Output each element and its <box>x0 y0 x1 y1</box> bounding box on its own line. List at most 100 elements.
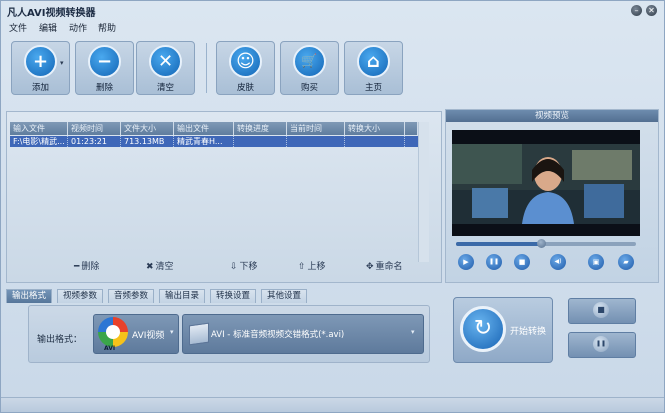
column-video-time[interactable]: 视频时间 <box>68 122 121 135</box>
seek-bar[interactable] <box>456 239 636 248</box>
list-clear-label: 清空 <box>155 262 174 272</box>
column-progress[interactable]: 转换进度 <box>234 122 287 135</box>
move-up-button[interactable]: ⇧ 上移 <box>298 259 326 275</box>
list-delete-button[interactable]: ━ 删除 <box>74 259 99 275</box>
tab-audio-params[interactable]: 音频参数 <box>108 289 155 303</box>
seek-handle[interactable] <box>536 239 546 248</box>
column-extra <box>405 122 418 135</box>
list-clear-button[interactable]: ✖ 清空 <box>146 259 174 275</box>
add-icon: + <box>24 45 57 78</box>
output-format-panel: 输出格式： AVI AVI视频 ▾ AVI - 标准音频视频交错格式(*.avi… <box>28 305 430 363</box>
avi-format-icon <box>98 317 128 347</box>
move-down-label: 下移 <box>239 262 258 272</box>
pause-icon[interactable]: ❚❚ <box>486 254 502 270</box>
buy-button[interactable]: 🛒 购买 <box>280 41 339 95</box>
cell-output-file: 精武青春H... <box>174 136 234 147</box>
output-format-label: 输出格式： <box>37 335 83 345</box>
profile-cube-icon <box>189 322 209 346</box>
clear-icon: ✕ <box>149 45 182 78</box>
snapshot-icon[interactable]: ▣ <box>588 254 604 270</box>
column-converted-size[interactable]: 转换大小 <box>345 122 405 135</box>
menu-file[interactable]: 文件 <box>9 21 27 34</box>
home-button[interactable]: ⌂ 主页 <box>344 41 403 95</box>
menu-action[interactable]: 动作 <box>69 21 87 34</box>
remove-button-label: 删除 <box>95 83 113 93</box>
rename-icon: ✥ <box>366 262 374 272</box>
avi-badge: AVI <box>104 345 116 352</box>
skin-icon: ☺ <box>229 45 262 78</box>
home-button-label: 主页 <box>364 83 382 93</box>
menu-edit[interactable]: 编辑 <box>39 21 57 34</box>
cart-icon: 🛒 <box>293 45 326 78</box>
skin-button-label: 皮肤 <box>236 83 254 93</box>
format-select[interactable]: AVI AVI视频 ▾ <box>93 314 179 354</box>
format-value: AVI视频 <box>132 331 165 341</box>
list-action-bar: ━ 删除 ✖ 清空 ⇩ 下移 ⇧ 上移 ✥ 重命名 <box>6 259 440 275</box>
pause-icon: ❚❚ <box>593 336 609 352</box>
preview-panel: 视频预览 ▶ ❚❚ ■ ◀) ▣ ▰ <box>445 109 659 283</box>
status-bar <box>1 397 664 412</box>
play-icon[interactable]: ▶ <box>458 254 474 270</box>
tab-convert-settings[interactable]: 转换设置 <box>210 289 257 303</box>
column-file-size[interactable]: 文件大小 <box>121 122 174 135</box>
column-input-file[interactable]: 输入文件 <box>10 122 68 135</box>
cell-input-file: F:\电影\精武... <box>10 136 68 147</box>
pause-convert-button[interactable]: ❚❚ <box>568 332 636 358</box>
cell-video-time: 01:23:21 <box>68 136 121 147</box>
convert-icon: ↻ <box>460 306 506 352</box>
tab-video-params[interactable]: 视频参数 <box>57 289 104 303</box>
clear-button[interactable]: ✕ 清空 <box>136 41 195 95</box>
table-header: 输入文件 视频时间 文件大小 输出文件 转换进度 当前时间 转换大小 <box>10 122 418 135</box>
file-list-panel: 输入文件 视频时间 文件大小 输出文件 转换进度 当前时间 转换大小 F:\电影… <box>6 111 442 283</box>
list-delete-label: 删除 <box>81 262 100 272</box>
close-button[interactable]: ✕ <box>646 5 657 16</box>
minus-icon: ━ <box>74 262 80 272</box>
cell-progress <box>234 136 287 147</box>
remove-icon: − <box>88 45 121 78</box>
volume-icon[interactable]: ◀) <box>550 254 566 270</box>
video-still-image <box>452 130 640 236</box>
add-button[interactable]: + ▾ 添加 <box>11 41 70 95</box>
tab-output-dir[interactable]: 输出目录 <box>159 289 206 303</box>
skin-button[interactable]: ☺ 皮肤 <box>216 41 275 95</box>
move-up-label: 上移 <box>307 262 326 272</box>
stop-convert-button[interactable]: ■ <box>568 298 636 324</box>
chevron-down-icon: ▾ <box>170 328 174 336</box>
title-bar: 凡人AVI视频转换器 – ✕ <box>1 1 664 19</box>
profile-value: AVI - 标准音频视频交错格式(*.avi) <box>211 330 345 340</box>
menu-help[interactable]: 帮助 <box>98 21 116 34</box>
add-button-label: 添加 <box>31 83 49 93</box>
column-current-time[interactable]: 当前时间 <box>287 122 345 135</box>
stop-icon: ■ <box>593 302 609 318</box>
chevron-down-icon[interactable]: ▾ <box>60 59 64 67</box>
main-window: 凡人AVI视频转换器 – ✕ 文件 编辑 动作 帮助 + ▾ 添加 − 删除 ✕… <box>0 0 665 413</box>
tab-output-format[interactable]: 输出格式 <box>6 289 53 303</box>
menu-bar: 文件 编辑 动作 帮助 <box>1 19 664 35</box>
chevron-down-icon: ▾ <box>411 328 415 336</box>
folder-icon[interactable]: ▰ <box>618 254 634 270</box>
clear-button-label: 清空 <box>156 83 174 93</box>
tab-other-settings[interactable]: 其他设置 <box>261 289 308 303</box>
table-row[interactable]: F:\电影\精武... 01:23:21 713.13MB 精武青春H... <box>10 136 418 147</box>
toolbar-divider <box>206 43 207 93</box>
stop-icon[interactable]: ■ <box>514 254 530 270</box>
start-convert-button[interactable]: ↻ 开始转换 <box>453 297 553 363</box>
x-icon: ✖ <box>146 262 154 272</box>
remove-button[interactable]: − 删除 <box>75 41 134 95</box>
column-output-file[interactable]: 输出文件 <box>174 122 234 135</box>
video-frame[interactable] <box>452 130 640 236</box>
seek-bar-fill <box>456 242 541 246</box>
profile-select[interactable]: AVI - 标准音频视频交错格式(*.avi) ▾ <box>182 314 424 354</box>
buy-button-label: 购买 <box>300 83 318 93</box>
preview-title: 视频预览 <box>446 110 658 122</box>
arrow-up-icon: ⇧ <box>298 262 306 272</box>
minimize-button[interactable]: – <box>631 5 642 16</box>
toolbar: + ▾ 添加 − 删除 ✕ 清空 ☺ 皮肤 🛒 购买 ⌂ 主页 <box>1 35 664 105</box>
cell-converted-size <box>345 136 405 147</box>
cell-file-size: 713.13MB <box>121 136 174 147</box>
move-down-button[interactable]: ⇩ 下移 <box>230 259 258 275</box>
arrow-down-icon: ⇩ <box>230 262 238 272</box>
rename-button[interactable]: ✥ 重命名 <box>366 259 403 275</box>
home-icon: ⌂ <box>357 45 390 78</box>
table-scrollbar[interactable] <box>418 122 429 262</box>
